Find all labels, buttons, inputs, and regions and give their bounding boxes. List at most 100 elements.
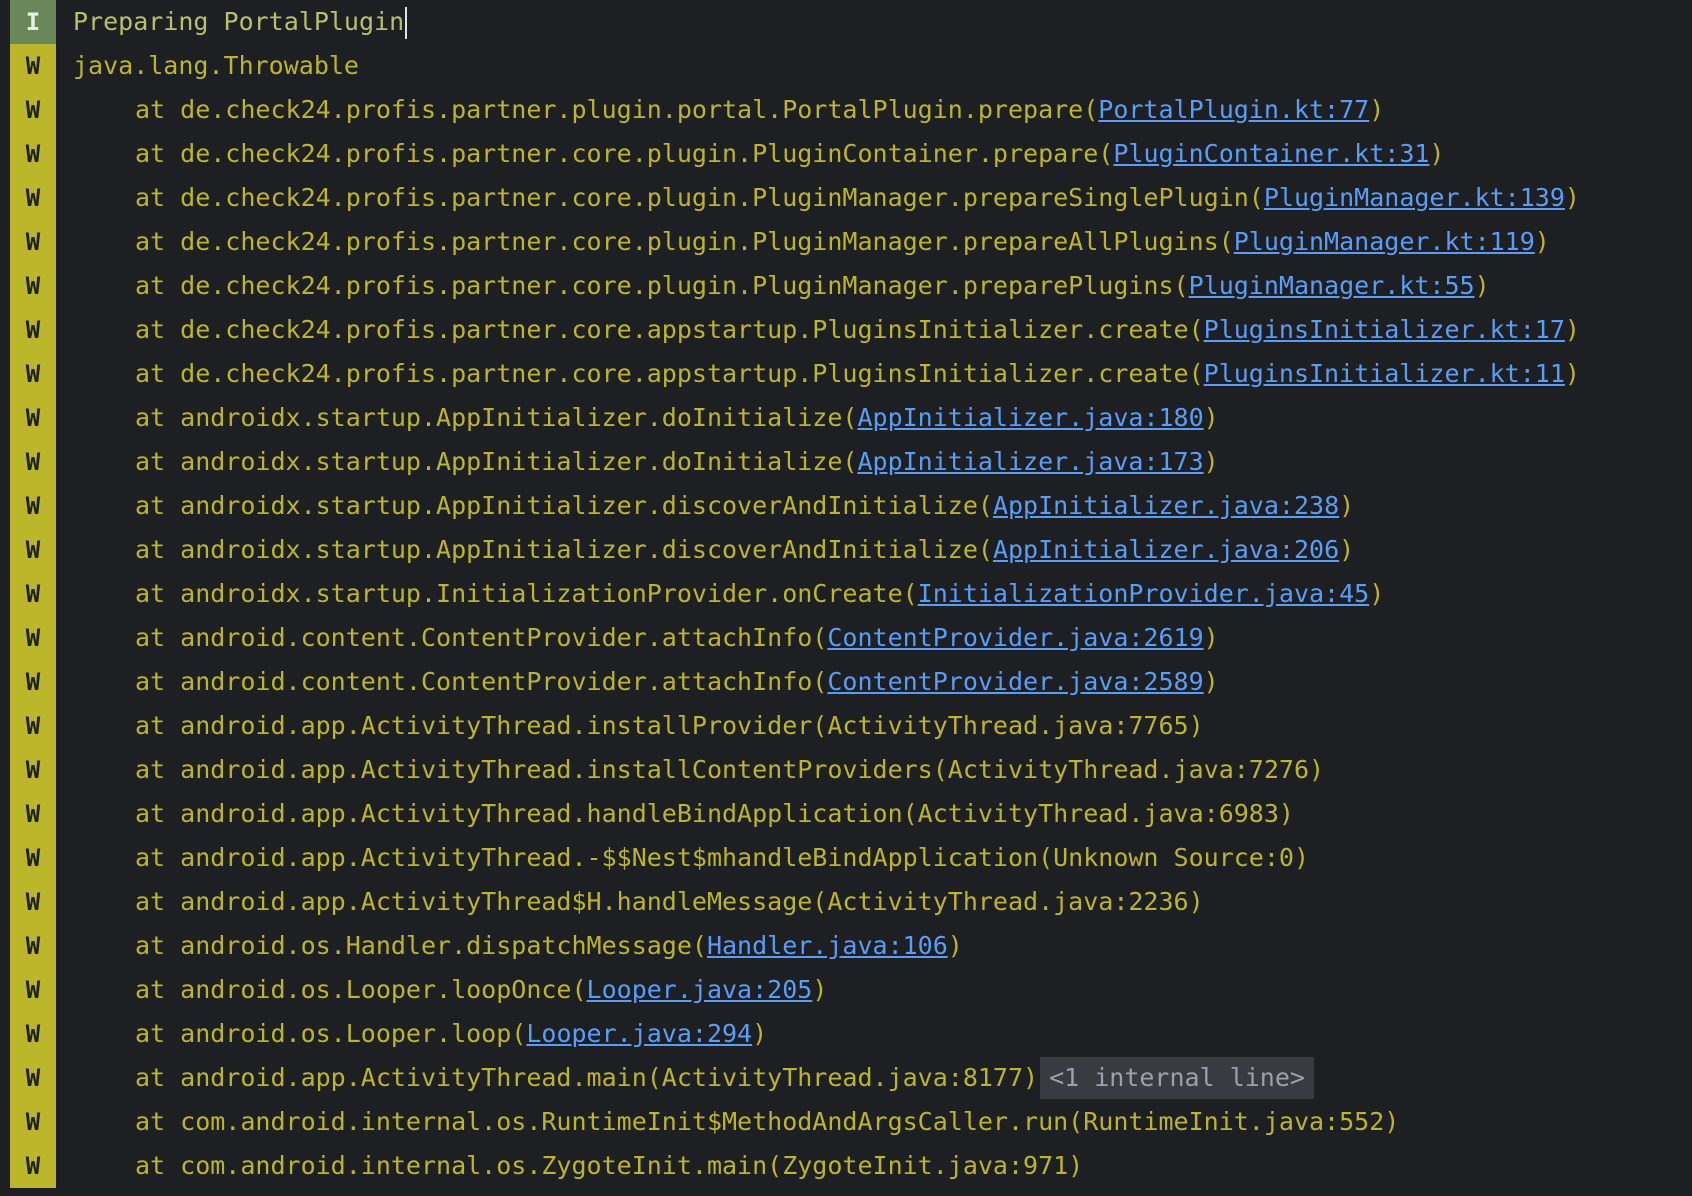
source-file-link[interactable]: PluginContainer.kt:31 [1113, 139, 1429, 168]
gutter-spacer [0, 484, 10, 528]
source-file-link[interactable]: AppInitializer.java:173 [857, 447, 1203, 476]
logcat-panel[interactable]: I Preparing PortalPlugin Wjava.lang.Throwa… [0, 0, 1692, 1196]
log-line[interactable]: Wat de.check24.profis.partner.core.plugi… [0, 220, 1692, 264]
log-message: at android.app.ActivityThread.installCon… [56, 748, 1692, 792]
stack-frame-text: at android.app.ActivityThread.-$$Nest$mh… [135, 843, 1309, 872]
log-level-badge: W [10, 44, 56, 88]
log-message: at de.check24.profis.partner.core.appsta… [56, 308, 1692, 352]
gutter-spacer [0, 968, 10, 1012]
log-line[interactable]: I Preparing PortalPlugin [0, 0, 1692, 44]
log-line[interactable]: Wat android.content.ContentProvider.atta… [0, 616, 1692, 660]
stack-frame-suffix: ) [1339, 491, 1355, 520]
log-level-badge: W [10, 1056, 56, 1100]
log-line[interactable]: Wat android.content.ContentProvider.atta… [0, 660, 1692, 704]
log-line[interactable]: Wat androidx.startup.AppInitializer.doIn… [0, 440, 1692, 484]
log-line[interactable]: Wat androidx.startup.InitializationProvi… [0, 572, 1692, 616]
source-file-link[interactable]: PortalPlugin.kt:77 [1098, 95, 1369, 124]
source-file-link[interactable]: Handler.java:106 [707, 931, 948, 960]
source-file-link[interactable]: PluginsInitializer.kt:11 [1204, 359, 1565, 388]
gutter-spacer [0, 1012, 10, 1056]
log-level-badge: W [10, 264, 56, 308]
log-line[interactable]: Wat android.os.Handler.dispatchMessage(H… [0, 924, 1692, 968]
source-file-link[interactable]: AppInitializer.java:238 [993, 491, 1339, 520]
stack-frame-text: at androidx.startup.AppInitializer.doIni… [135, 403, 858, 432]
source-file-link[interactable]: PluginManager.kt:139 [1264, 183, 1565, 212]
log-line[interactable]: Wat com.android.internal.os.ZygoteInit.m… [0, 1144, 1692, 1188]
log-line[interactable]: Wat androidx.startup.AppInitializer.disc… [0, 484, 1692, 528]
log-level-badge: W [10, 352, 56, 396]
source-file-link[interactable]: PluginManager.kt:119 [1234, 227, 1535, 256]
log-line[interactable]: Wat com.android.internal.os.RuntimeInit$… [0, 1100, 1692, 1144]
gutter-spacer [0, 264, 10, 308]
log-level-badge: W [10, 1012, 56, 1056]
log-message: at androidx.startup.InitializationProvid… [56, 572, 1692, 616]
log-message: at com.android.internal.os.ZygoteInit.ma… [56, 1144, 1692, 1188]
log-line[interactable]: Wjava.lang.Throwable [0, 44, 1692, 88]
log-message: at android.content.ContentProvider.attac… [56, 616, 1692, 660]
log-line[interactable]: Wat android.os.Looper.loop(Looper.java:2… [0, 1012, 1692, 1056]
source-file-link[interactable]: Looper.java:205 [587, 975, 813, 1004]
log-line[interactable]: Wat androidx.startup.AppInitializer.doIn… [0, 396, 1692, 440]
source-file-link[interactable]: InitializationProvider.java:45 [918, 579, 1370, 608]
log-line[interactable]: Wat de.check24.profis.partner.plugin.por… [0, 88, 1692, 132]
stack-frame-text: at androidx.startup.AppInitializer.disco… [135, 491, 993, 520]
gutter-spacer [0, 924, 10, 968]
gutter-spacer [0, 440, 10, 484]
log-message: at androidx.startup.AppInitializer.doIni… [56, 396, 1692, 440]
log-line[interactable]: Wat android.app.ActivityThread.main(Acti… [0, 1056, 1692, 1100]
log-message: java.lang.Throwable [56, 44, 1692, 88]
stack-frame-suffix: ) [1203, 623, 1219, 652]
source-file-link[interactable]: PluginManager.kt:55 [1189, 271, 1475, 300]
log-level-badge: I [10, 0, 56, 44]
log-line[interactable]: Wat android.app.ActivityThread.handleBin… [0, 792, 1692, 836]
stack-frame-suffix: ) [1339, 535, 1355, 564]
log-message: at de.check24.profis.partner.core.plugin… [56, 220, 1692, 264]
log-line[interactable]: Wat android.app.ActivityThread.installCo… [0, 748, 1692, 792]
source-file-link[interactable]: Looper.java:294 [526, 1019, 752, 1048]
log-level-badge: W [10, 440, 56, 484]
log-level-badge: W [10, 704, 56, 748]
log-message: Preparing PortalPlugin [56, 0, 1692, 44]
gutter-spacer [0, 0, 10, 44]
gutter-spacer [0, 308, 10, 352]
stack-frame-text: at com.android.internal.os.RuntimeInit$M… [135, 1107, 1400, 1136]
log-message: at de.check24.profis.partner.core.appsta… [56, 352, 1692, 396]
stack-frame-suffix: ) [1429, 139, 1445, 168]
stack-frame-text: at androidx.startup.AppInitializer.doIni… [135, 447, 858, 476]
folded-lines-toggle[interactable]: <1 internal line> [1040, 1057, 1314, 1099]
stack-frame-suffix: ) [1203, 447, 1219, 476]
log-message: at androidx.startup.AppInitializer.disco… [56, 528, 1692, 572]
log-line[interactable]: Wat de.check24.profis.partner.core.plugi… [0, 176, 1692, 220]
log-line[interactable]: Wat de.check24.profis.partner.core.appst… [0, 308, 1692, 352]
log-level-badge: W [10, 484, 56, 528]
log-line[interactable]: Wat de.check24.profis.partner.core.plugi… [0, 132, 1692, 176]
log-message: at android.app.ActivityThread.handleBind… [56, 792, 1692, 836]
log-message: at de.check24.profis.partner.core.plugin… [56, 132, 1692, 176]
log-text: Preparing PortalPlugin [73, 7, 405, 36]
stack-frame-text: at de.check24.profis.partner.core.plugin… [135, 139, 1114, 168]
log-line[interactable]: Wat de.check24.profis.partner.core.appst… [0, 352, 1692, 396]
stack-frame-text: at android.app.ActivityThread.installPro… [135, 711, 1204, 740]
log-line[interactable]: Wat androidx.startup.AppInitializer.disc… [0, 528, 1692, 572]
log-message: at android.content.ContentProvider.attac… [56, 660, 1692, 704]
gutter-spacer [0, 352, 10, 396]
log-line[interactable]: Wat android.os.Looper.loopOnce(Looper.ja… [0, 968, 1692, 1012]
gutter-spacer [0, 572, 10, 616]
stack-frame-suffix: ) [1369, 95, 1385, 124]
source-file-link[interactable]: AppInitializer.java:206 [993, 535, 1339, 564]
source-file-link[interactable]: PluginsInitializer.kt:17 [1204, 315, 1565, 344]
log-line[interactable]: Wat de.check24.profis.partner.core.plugi… [0, 264, 1692, 308]
log-message: at de.check24.profis.partner.plugin.port… [56, 88, 1692, 132]
stack-frame-text: at androidx.startup.InitializationProvid… [135, 579, 918, 608]
log-line[interactable]: Wat android.app.ActivityThread.-$$Nest$m… [0, 836, 1692, 880]
log-message: at de.check24.profis.partner.core.plugin… [56, 264, 1692, 308]
log-line[interactable]: Wat android.app.ActivityThread.installPr… [0, 704, 1692, 748]
log-line[interactable]: Wat android.app.ActivityThread$H.handleM… [0, 880, 1692, 924]
stack-frame-suffix: ) [1203, 667, 1219, 696]
source-file-link[interactable]: ContentProvider.java:2589 [827, 667, 1203, 696]
source-file-link[interactable]: AppInitializer.java:180 [857, 403, 1203, 432]
log-level-badge: W [10, 792, 56, 836]
source-file-link[interactable]: ContentProvider.java:2619 [827, 623, 1203, 652]
log-level-badge: W [10, 176, 56, 220]
stack-frame-text: at de.check24.profis.partner.core.appsta… [135, 359, 1204, 388]
